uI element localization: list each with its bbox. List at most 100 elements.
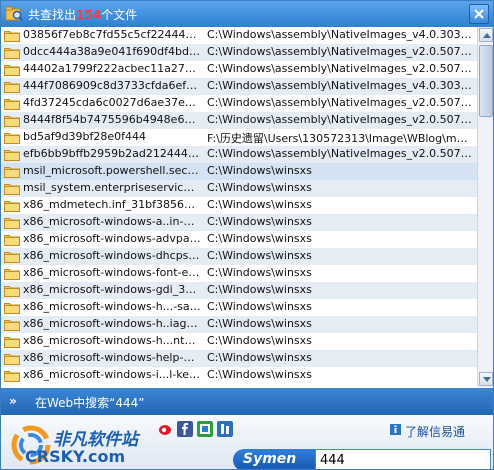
result-file-path: C:\Windows\assembly\NativeImages_v2.0.50…	[207, 45, 473, 58]
result-row[interactable]: x86_microsoft-windows-help-efs.r... C:\Wi…	[1, 350, 477, 367]
folder-icon	[4, 371, 20, 382]
result-row[interactable]: bd5af9d39bf28e0f444 F:\历史遗留\Users\1305723…	[1, 129, 477, 146]
folder-icon	[4, 65, 20, 76]
result-file-path: C:\Windows\assembly\NativeImages_v2.0.50…	[207, 96, 473, 109]
web-search-label[interactable]: 在Web中搜索“444”	[35, 394, 145, 411]
result-file-path: C:\Windows\winsxs	[207, 334, 312, 347]
renren-icon[interactable]	[197, 421, 213, 437]
result-row[interactable]: msil_microsoft.powershell.security... C:\…	[1, 163, 477, 180]
folder-icon	[4, 252, 20, 263]
title-prefix: 共查找出	[28, 8, 77, 22]
result-file-path: C:\Windows\assembly\NativeImages_v2.0.50…	[207, 62, 473, 75]
result-file-path: C:\Windows\assembly\NativeImages_v4.0.30…	[207, 79, 473, 92]
scroll-down-icon	[483, 377, 491, 382]
result-list: 03856f7eb8c7fd55c5cf2244491dc... C:\Windo…	[1, 27, 477, 387]
weibo-icon[interactable]	[157, 421, 173, 437]
result-row[interactable]: x86_microsoft-windows-i...l-keybo... C:\W…	[1, 367, 477, 384]
folder-icon	[4, 82, 20, 93]
folder-icon	[4, 48, 20, 59]
folder-icon	[4, 218, 20, 229]
result-file-path: C:\Windows\winsxs	[207, 351, 312, 364]
result-row[interactable]: 03856f7eb8c7fd55c5cf2244491dc... C:\Windo…	[1, 27, 477, 44]
result-file-path: C:\Windows\winsxs	[207, 232, 312, 245]
result-file-name: 4fd37245cda6c0027d6ae37ec444...	[23, 96, 201, 109]
result-row[interactable]: x86_mdmetech.inf_31bf3856ad3... C:\Window…	[1, 197, 477, 214]
title-suffix: 个文件	[101, 8, 138, 22]
result-file-path: C:\Windows\winsxs	[207, 215, 312, 228]
scroll-up-button[interactable]	[479, 28, 493, 42]
result-file-name: x86_microsoft-windows-font-emb...	[23, 266, 201, 279]
result-file-path: C:\Windows\winsxs	[207, 181, 312, 194]
folder-icon	[4, 235, 20, 246]
folder-icon	[4, 320, 20, 331]
result-file-name: x86_microsoft-windows-h...-safem...	[23, 300, 201, 313]
scrollbar[interactable]	[477, 27, 493, 387]
result-file-name: efb6bb9bffb2959b2ad212444588...	[23, 147, 201, 160]
result-file-name: msil_microsoft.powershell.security...	[23, 164, 201, 177]
search-input[interactable]	[320, 452, 488, 468]
folder-icon	[4, 303, 20, 314]
folder-icon	[4, 269, 20, 280]
result-file-path: C:\Windows\winsxs	[207, 164, 312, 177]
scroll-up-icon	[483, 33, 491, 38]
info-icon	[390, 424, 401, 435]
close-button[interactable]	[469, 4, 489, 24]
result-row[interactable]: 0dcc444a38a9e041f690df4bdee2... C:\Window…	[1, 44, 477, 61]
result-file-name: x86_microsoft-windows-a..in-nati...	[23, 215, 201, 228]
logo-sub-text: CRSKY.com	[25, 447, 126, 466]
result-row[interactable]: 4fd37245cda6c0027d6ae37ec444... C:\Window…	[1, 95, 477, 112]
result-file-path: C:\Windows\assembly\NativeImages_v2.0.50…	[207, 147, 473, 160]
result-file-path: C:\Windows\winsxs	[207, 266, 312, 279]
tieba-icon[interactable]	[217, 421, 233, 437]
facebook-icon[interactable]	[177, 421, 193, 437]
result-file-path: C:\Windows\winsxs	[207, 198, 312, 211]
scroll-down-button[interactable]	[479, 372, 493, 386]
web-search-bar[interactable]: » 在Web中搜索“444”	[1, 388, 493, 415]
folder-icon	[4, 31, 20, 42]
brand-badge: Symen	[233, 449, 315, 469]
result-file-name: x86_microsoft-windows-h...nter-s...	[23, 334, 201, 347]
result-row[interactable]: x86_microsoft-windows-h..iagnos... C:\Win…	[1, 316, 477, 333]
result-row[interactable]: x86_microsoft-windows-h...-safem... C:\Wi…	[1, 299, 477, 316]
result-file-name: x86_microsoft-windows-help-efs.r...	[23, 351, 201, 364]
result-file-path: C:\Windows\winsxs	[207, 368, 312, 381]
folder-icon	[4, 184, 20, 195]
scrollbar-thumb[interactable]	[479, 45, 493, 117]
result-row[interactable]: x86_microsoft-windows-gdi_31bf... C:\Wind…	[1, 282, 477, 299]
folder-icon	[4, 337, 20, 348]
search-box[interactable]	[315, 449, 491, 469]
result-row[interactable]: efb6bb9bffb2959b2ad212444588... C:\Window…	[1, 146, 477, 163]
result-row[interactable]: x86_microsoft-windows-advpack.... C:\Wind…	[1, 231, 477, 248]
result-file-name: 0dcc444a38a9e041f690df4bdee2...	[23, 45, 201, 58]
result-file-name: x86_microsoft-windows-i...l-keybo...	[23, 368, 201, 381]
folder-icon	[4, 116, 20, 127]
search-folder-icon	[5, 6, 23, 21]
learn-more-link[interactable]: 了解信易通	[405, 423, 465, 440]
title-bar: 共查找出154个文件	[1, 1, 493, 27]
close-icon	[474, 9, 484, 19]
result-file-name: x86_microsoft-windows-advpack....	[23, 232, 201, 245]
result-file-path: C:\Windows\assembly\NativeImages_v4.0.30…	[207, 28, 473, 41]
bottom-bar: 非凡软件站 CRSKY.com 了解信易通 Symen	[1, 415, 493, 469]
result-row[interactable]: 444f7086909c8d3733cfda6ef0c7c... C:\Windo…	[1, 78, 477, 95]
result-file-path: F:\历史遗留\Users\130572313\Image\WBlog\mblo…	[207, 132, 473, 145]
folder-icon	[4, 286, 20, 297]
folder-icon	[4, 150, 20, 161]
result-row[interactable]: 44402a1799f222acbec11a2730cf... C:\Window…	[1, 61, 477, 78]
search-results-window: 共查找出154个文件 03856f7eb8c7fd55c5cf2244491dc…	[0, 0, 494, 470]
result-count-title: 共查找出154个文件	[28, 6, 137, 23]
result-row[interactable]: x86_microsoft-windows-font-emb... C:\Wind…	[1, 265, 477, 282]
result-row[interactable]: x86_microsoft-windows-h...nter-s... C:\Wi…	[1, 333, 477, 350]
brand-name: Symen	[243, 451, 297, 467]
folder-icon	[4, 167, 20, 178]
result-file-name: x86_mdmetech.inf_31bf3856ad3...	[23, 198, 201, 211]
result-file-name: 44402a1799f222acbec11a2730cf...	[23, 62, 201, 75]
result-file-name: 444f7086909c8d3733cfda6ef0c7c...	[23, 79, 201, 92]
result-file-name: bd5af9d39bf28e0f444	[23, 130, 147, 143]
result-row[interactable]: 8444f8f54b7475596b4948e628e8... C:\Window…	[1, 112, 477, 129]
result-row[interactable]: msil_system.enterpriseservices.re... C:\W…	[1, 180, 477, 197]
result-row[interactable]: x86_microsoft-windows-dhcpserv... C:\Wind…	[1, 248, 477, 265]
result-row[interactable]: x86_microsoft-windows-a..in-nati... C:\Wi…	[1, 214, 477, 231]
folder-icon	[4, 201, 20, 212]
result-count: 154	[76, 8, 102, 22]
